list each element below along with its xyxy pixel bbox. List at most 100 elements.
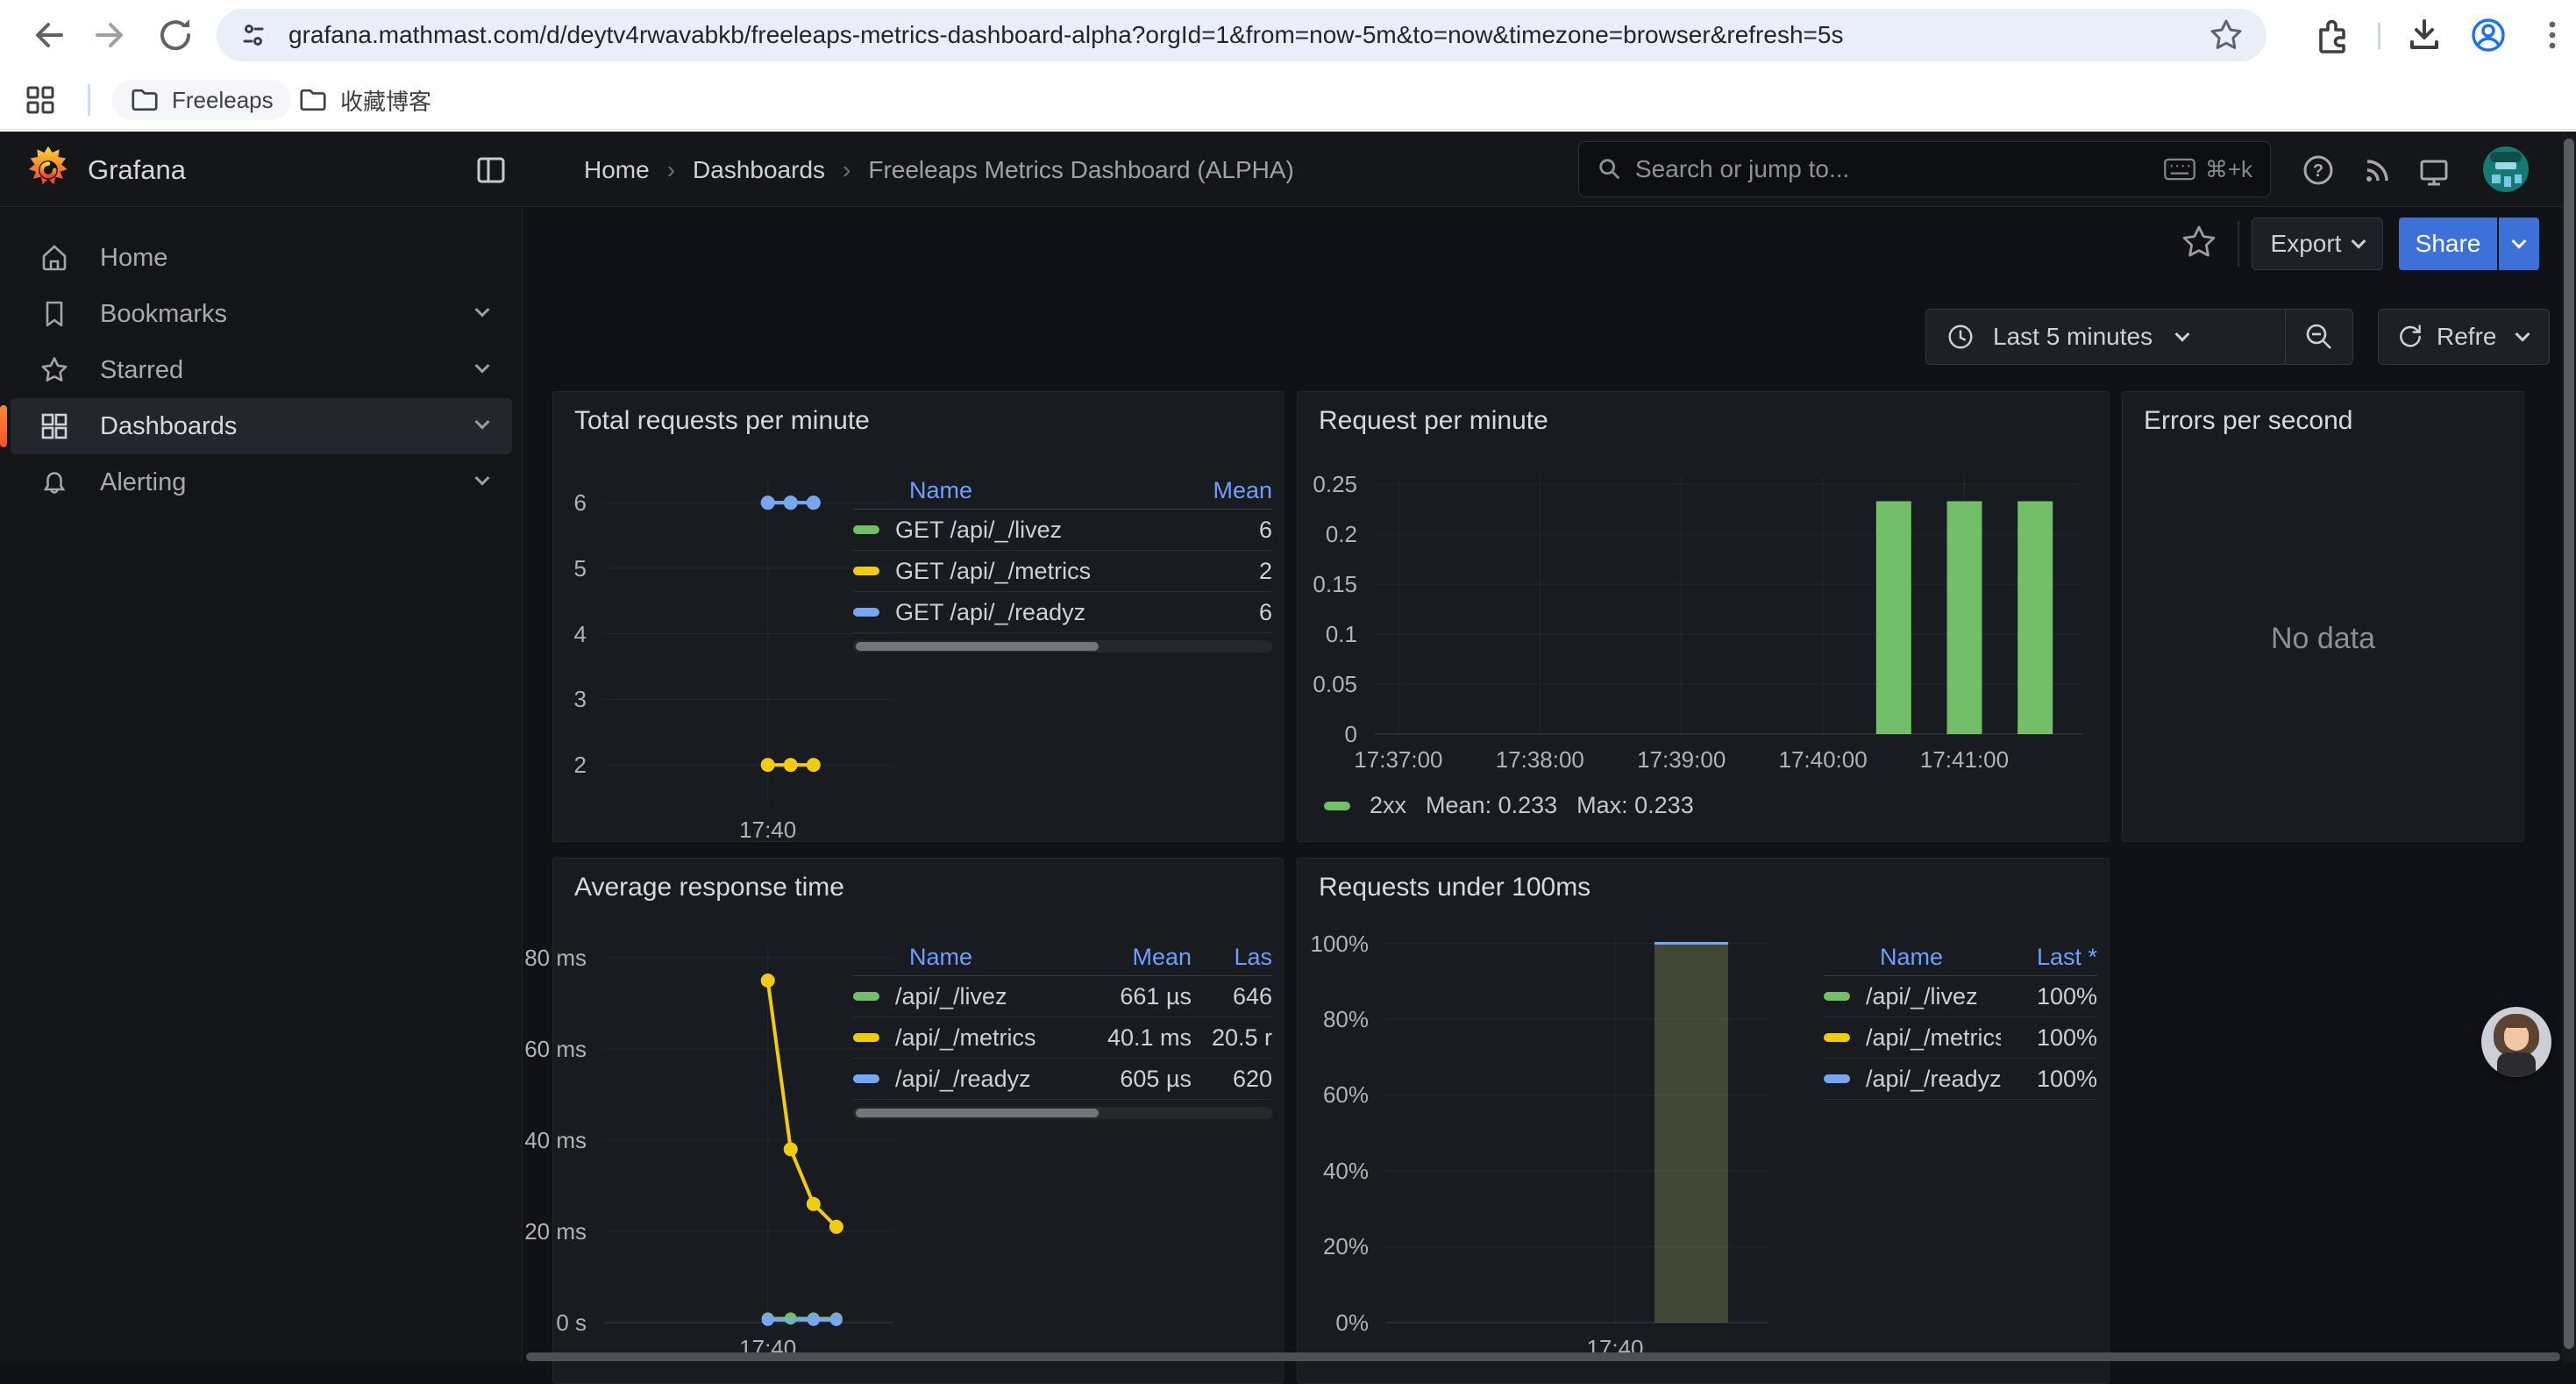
downloads-icon[interactable] — [2403, 14, 2445, 56]
legend-table: Name Mean GET /api/_/livez 6 GET /api/_/… — [853, 473, 1272, 653]
chevron-down-icon — [2352, 234, 2366, 249]
zoom-out-button[interactable] — [2285, 310, 2352, 364]
avatar-bangs — [2504, 1019, 2529, 1028]
chevron-down-icon — [2175, 327, 2190, 342]
series-color-pill — [853, 525, 879, 534]
site-controls-icon[interactable] — [238, 19, 269, 51]
breadcrumb-home[interactable]: Home — [584, 156, 650, 184]
folder-icon — [133, 90, 156, 110]
browser-menu-icon[interactable] — [2531, 14, 2573, 56]
legend-mean: Mean: 0.233 — [1426, 792, 1557, 819]
bookmark-star-icon[interactable] — [2207, 16, 2245, 54]
legend-table: Name Last * /api/_/livez 100% /api/_/met… — [1824, 939, 2097, 1100]
user-avatar[interactable] — [2483, 146, 2529, 192]
breadcrumb: Home › Dashboards › Freeleaps Metrics Da… — [584, 156, 1294, 184]
breadcrumb-dashboards[interactable]: Dashboards — [693, 156, 825, 184]
x-axis-tick: 17:40 — [698, 817, 838, 844]
favorite-dashboard-icon[interactable] — [2180, 223, 2218, 261]
time-range-picker[interactable]: Last 5 minutes — [1993, 323, 2153, 351]
breadcrumb-separator: › — [667, 156, 675, 184]
legend-header: Name Mean — [853, 473, 1272, 510]
bookmark-folder-freeleaps[interactable]: Freeleaps — [112, 80, 291, 120]
bell-icon — [39, 467, 70, 498]
chevron-down-icon — [2512, 234, 2527, 249]
x-axis-tick: 17:37:00 — [1328, 746, 1469, 774]
dashboards-icon — [39, 410, 70, 442]
chevron-down-icon[interactable] — [477, 418, 487, 434]
star-icon — [39, 354, 70, 386]
legend-header: Name Last * — [1824, 939, 2097, 976]
y-axis-tick: 80% — [1237, 1006, 1369, 1033]
url-text[interactable]: grafana.mathmast.com/d/deytv4rwavabkb/fr… — [288, 21, 2207, 49]
share-button[interactable]: Share — [2399, 218, 2497, 270]
extensions-icon[interactable] — [2310, 14, 2352, 56]
sidebar-item-dashboards[interactable]: Dashboards — [11, 398, 512, 454]
horizontal-scrollbar-thumb[interactable] — [526, 1352, 2560, 1361]
sidebar-item-bookmarks[interactable]: Bookmarks — [11, 286, 512, 342]
legend[interactable]: 2xx Mean: 0.233 Max: 0.233 — [1324, 792, 1694, 819]
request-per-minute-chart[interactable]: 0.250.20.150.10.05017:37:0017:38:0017:39… — [1375, 476, 2082, 734]
share-dropdown-button[interactable] — [2499, 218, 2539, 270]
apps-grid-icon[interactable] — [25, 84, 56, 116]
legend-row[interactable]: /api/_/metrics 100% — [1824, 1017, 2097, 1059]
search-input[interactable]: Search or jump to... ⌘+k — [1578, 141, 2271, 197]
active-accent-bar — [0, 405, 7, 447]
bookmark-folder-blogs[interactable]: 收藏博客 — [281, 80, 449, 120]
browser-back-icon[interactable] — [26, 14, 68, 56]
export-label: Export — [2271, 230, 2342, 258]
browser-forward-icon[interactable] — [90, 14, 132, 56]
legend-header: Name Mean Las — [853, 939, 1272, 976]
display-mode-icon[interactable] — [2416, 154, 2451, 189]
x-axis-tick: 17:41:00 — [1895, 746, 2035, 774]
avatar-body — [2497, 1052, 2536, 1077]
chevron-down-icon[interactable] — [477, 362, 487, 378]
sidebar-item-alerting[interactable]: Alerting — [11, 454, 512, 510]
y-axis-tick: 0% — [1237, 1309, 1369, 1337]
legend-row[interactable]: /api/_/livez 100% — [1824, 976, 2097, 1017]
sidebar-item-starred[interactable]: Starred — [11, 342, 512, 398]
address-bar[interactable]: grafana.mathmast.com/d/deytv4rwavabkb/fr… — [217, 9, 2266, 61]
bookmarks-bar: Freeleaps 收藏博客 — [0, 70, 2576, 130]
legend-row[interactable]: GET /api/_/metrics 2 — [853, 551, 1272, 592]
chevron-down-icon[interactable] — [477, 306, 487, 322]
legend-scrollbar[interactable] — [853, 1107, 1272, 1119]
assistant-avatar-button[interactable] — [2481, 1007, 2551, 1077]
bookmark-folder-label: 收藏博客 — [340, 84, 431, 117]
news-rss-icon[interactable] — [2360, 153, 2395, 188]
browser-reload-icon[interactable] — [154, 14, 196, 56]
keyboard-icon — [2163, 158, 2196, 181]
mega-menu-toggle-icon[interactable] — [473, 153, 509, 188]
y-axis-tick: 4 — [455, 621, 587, 648]
sidebar-item-home[interactable]: Home — [11, 230, 512, 286]
browser-profile-icon[interactable] — [2467, 14, 2509, 56]
panel-request-per-minute: Request per minute 0.250.20.150.10.05017… — [1297, 391, 2110, 842]
panel-title: Average response time — [574, 873, 844, 902]
vertical-scrollbar-thumb[interactable] — [2564, 139, 2574, 1349]
legend-row[interactable]: GET /api/_/readyz 6 — [853, 592, 1272, 633]
help-icon[interactable]: ? — [2301, 153, 2336, 188]
export-button[interactable]: Export — [2252, 218, 2383, 270]
mega-menu-sidebar: Home Bookmarks Starred Dashboards Alerti… — [0, 207, 523, 1363]
time-range-group: Last 5 minutes — [1925, 309, 2353, 365]
y-axis-tick: 60% — [1237, 1081, 1369, 1109]
legend-row[interactable]: /api/_/readyz 100% — [1824, 1059, 2097, 1100]
total-requests-chart[interactable]: 6543217:40 — [604, 480, 893, 804]
y-axis-tick: 0 — [1226, 721, 1357, 748]
legend-row[interactable]: /api/_/readyz 605 µs 620 — [853, 1059, 1272, 1100]
sidebar-item-label: Starred — [100, 356, 183, 385]
legend-row[interactable]: /api/_/livez 661 µs 646 — [853, 976, 1272, 1017]
legend-scrollbar[interactable] — [853, 640, 1272, 653]
requests-under-100ms-chart[interactable]: 100%80%60%40%20%0%17:40 — [1386, 938, 1768, 1323]
folder-icon — [302, 90, 324, 110]
svg-text:?: ? — [2313, 161, 2323, 181]
no-data-message: No data — [2123, 622, 2523, 656]
average-response-time-chart[interactable]: 80 ms60 ms40 ms20 ms0 s17:40 — [604, 946, 893, 1323]
chevron-down-icon[interactable] — [477, 474, 487, 490]
legend-row[interactable]: GET /api/_/livez 6 — [853, 510, 1272, 551]
y-axis-tick: 0.25 — [1226, 471, 1357, 498]
grafana-logo[interactable] — [23, 144, 74, 195]
legend-row[interactable]: /api/_/metrics 40.1 ms 20.5 r — [853, 1017, 1272, 1059]
home-icon — [39, 242, 70, 274]
y-axis-tick: 0.2 — [1226, 521, 1357, 548]
refresh-interval-dropdown[interactable] — [2495, 309, 2550, 365]
